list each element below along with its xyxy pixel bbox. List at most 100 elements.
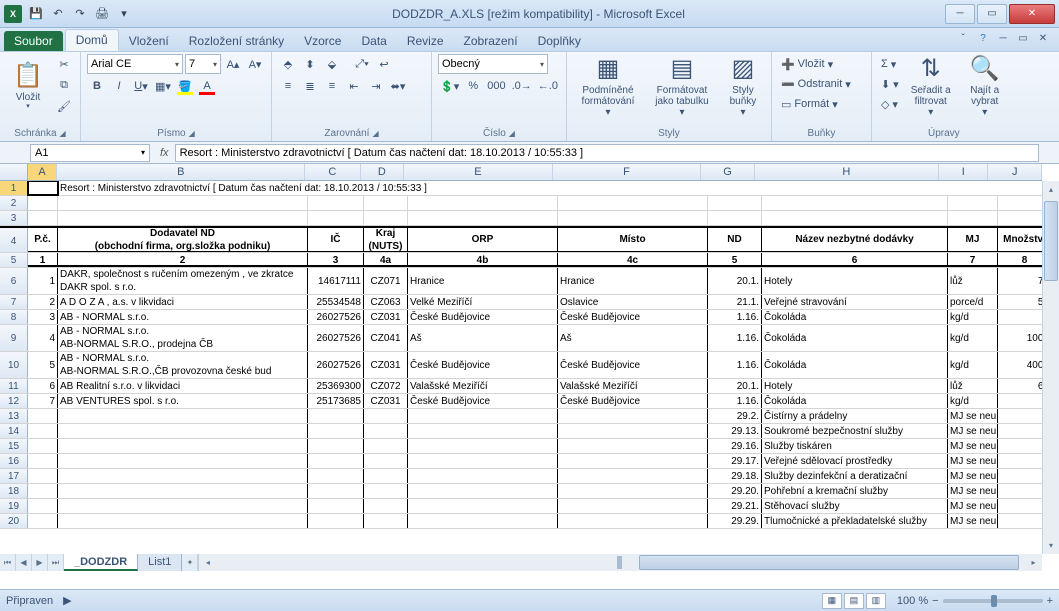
file-tab[interactable]: Soubor — [4, 31, 63, 51]
col-header-C[interactable]: C — [305, 164, 360, 180]
col-header-I[interactable]: I — [939, 164, 989, 180]
clipboard-launcher-icon[interactable]: ◢ — [60, 129, 66, 138]
cut-button[interactable]: ✂ — [54, 54, 74, 74]
percent-button[interactable]: % — [463, 76, 483, 96]
col-header-A[interactable]: A — [28, 164, 58, 180]
close-button[interactable]: ✕ — [1009, 4, 1055, 24]
scroll-down-icon[interactable]: ▾ — [1043, 537, 1059, 554]
border-button[interactable]: ▦▾ — [153, 76, 173, 96]
col-header-E[interactable]: E — [404, 164, 553, 180]
row-header[interactable]: 14 — [0, 424, 28, 438]
copy-button[interactable]: ⧉ — [54, 75, 74, 95]
col-header-J[interactable]: J — [988, 164, 1041, 180]
grid-rows[interactable]: 1Resort : Ministerstvo zdravotnictví [ D… — [0, 181, 1042, 554]
row-header[interactable]: 12 — [0, 394, 28, 408]
tab-formulas[interactable]: Vzorce — [294, 31, 351, 51]
align-right-button[interactable]: ≡ — [322, 76, 342, 96]
redo-icon[interactable]: ↷ — [70, 4, 90, 24]
decrease-decimal-button[interactable]: ←.0 — [536, 76, 560, 96]
increase-indent-button[interactable]: ⇥ — [366, 76, 386, 96]
number-launcher-icon[interactable]: ◢ — [509, 129, 515, 138]
align-top-button[interactable]: ⬘ — [278, 54, 298, 74]
select-all-corner[interactable] — [0, 164, 28, 180]
align-middle-button[interactable]: ⬍ — [300, 54, 320, 74]
vscroll-thumb[interactable] — [1044, 201, 1058, 281]
zoom-slider[interactable] — [943, 599, 1043, 603]
row-header[interactable]: 19 — [0, 499, 28, 513]
sheet-tab-active[interactable]: _DODZDR — [64, 554, 138, 571]
align-left-button[interactable]: ≡ — [278, 76, 298, 96]
print-preview-icon[interactable]: 🖨 — [92, 4, 112, 24]
wrap-text-button[interactable]: ↩ — [374, 54, 394, 74]
save-icon[interactable]: 💾 — [26, 4, 46, 24]
row-header[interactable]: 15 — [0, 439, 28, 453]
insert-cells-button[interactable]: ➕Vložit▾ — [778, 54, 854, 74]
ribbon-minimize-icon[interactable]: ˇ — [955, 31, 971, 45]
tab-pagelayout[interactable]: Rozložení stránky — [179, 31, 294, 51]
fx-icon[interactable]: fx — [154, 147, 175, 159]
font-size-combo[interactable]: 7▾ — [185, 54, 221, 74]
help-icon[interactable]: ? — [975, 31, 991, 45]
scroll-up-icon[interactable]: ▴ — [1043, 181, 1059, 198]
sort-filter-button[interactable]: ⇅Seřadit a filtrovat▾ — [906, 54, 956, 120]
number-format-combo[interactable]: Obecný▾ — [438, 54, 548, 74]
new-sheet-icon[interactable]: ✦ — [182, 554, 198, 571]
font-launcher-icon[interactable]: ◢ — [189, 129, 195, 138]
hscroll-thumb[interactable] — [639, 555, 1019, 570]
workbook-close-icon[interactable]: ✕ — [1035, 31, 1051, 45]
tab-data[interactable]: Data — [351, 31, 396, 51]
paste-button[interactable]: 📋Vložit▾ — [6, 54, 50, 120]
row-header[interactable]: 16 — [0, 454, 28, 468]
format-painter-button[interactable]: 🖌 — [54, 96, 74, 116]
alignment-launcher-icon[interactable]: ◢ — [372, 129, 378, 138]
row-header[interactable]: 10 — [0, 352, 28, 378]
underline-button[interactable]: U▾ — [131, 76, 151, 96]
row-header[interactable]: 17 — [0, 469, 28, 483]
grow-font-button[interactable]: A▴ — [223, 54, 243, 74]
undo-icon[interactable]: ↶ — [48, 4, 68, 24]
cell-styles-button[interactable]: ▨Styly buňky▾ — [721, 54, 765, 120]
normal-view-button[interactable]: ▦ — [822, 593, 842, 609]
row-header[interactable]: 11 — [0, 379, 28, 393]
zoom-level[interactable]: 100 % — [897, 595, 928, 607]
italic-button[interactable]: I — [109, 76, 129, 96]
maximize-button[interactable]: ▭ — [977, 4, 1007, 24]
hscroll-split[interactable] — [617, 556, 622, 569]
row-header[interactable]: 4 — [0, 228, 28, 252]
horizontal-scrollbar[interactable]: ◂ ▸ — [198, 554, 1042, 571]
fill-color-button[interactable]: 🪣 — [175, 76, 195, 96]
tab-addins[interactable]: Doplňky — [528, 31, 591, 51]
col-header-H[interactable]: H — [755, 164, 939, 180]
sheet-tab-other[interactable]: List1 — [138, 554, 182, 571]
row-header[interactable]: 2 — [0, 196, 28, 210]
formula-input[interactable]: Resort : Ministerstvo zdravotnictví [ Da… — [175, 144, 1039, 162]
row-header[interactable]: 9 — [0, 325, 28, 351]
tab-view[interactable]: Zobrazení — [454, 31, 528, 51]
format-table-button[interactable]: ▤Formátovat jako tabulku▾ — [647, 54, 717, 120]
comma-button[interactable]: 000 — [485, 76, 507, 96]
tab-next-icon[interactable]: ▶ — [32, 554, 48, 571]
row-header[interactable]: 7 — [0, 295, 28, 309]
macro-record-icon[interactable]: ▶ — [63, 594, 71, 607]
zoom-in-button[interactable]: + — [1047, 595, 1053, 607]
tab-prev-icon[interactable]: ◀ — [16, 554, 32, 571]
tab-first-icon[interactable]: ⏮ — [0, 554, 16, 571]
name-box[interactable]: A1▾ — [30, 144, 150, 162]
merge-button[interactable]: ⬌▾ — [388, 76, 408, 96]
tab-last-icon[interactable]: ⏭ — [48, 554, 64, 571]
format-cells-button[interactable]: ▭Formát▾ — [778, 94, 854, 114]
bold-button[interactable]: B — [87, 76, 107, 96]
fill-button[interactable]: ⬇▾ — [878, 74, 902, 94]
col-header-B[interactable]: B — [57, 164, 305, 180]
scroll-left-icon[interactable]: ◂ — [199, 554, 216, 571]
scroll-right-icon[interactable]: ▸ — [1025, 554, 1042, 571]
tab-review[interactable]: Revize — [397, 31, 454, 51]
row-header[interactable]: 13 — [0, 409, 28, 423]
align-bottom-button[interactable]: ⬙ — [322, 54, 342, 74]
orientation-button[interactable]: ⤢▾ — [352, 54, 372, 74]
font-color-button[interactable]: A — [197, 76, 217, 96]
delete-cells-button[interactable]: ➖Odstranit▾ — [778, 74, 854, 94]
col-header-F[interactable]: F — [553, 164, 702, 180]
autosum-button[interactable]: Σ▾ — [878, 54, 902, 74]
workbook-minimize-icon[interactable]: ─ — [995, 31, 1011, 45]
